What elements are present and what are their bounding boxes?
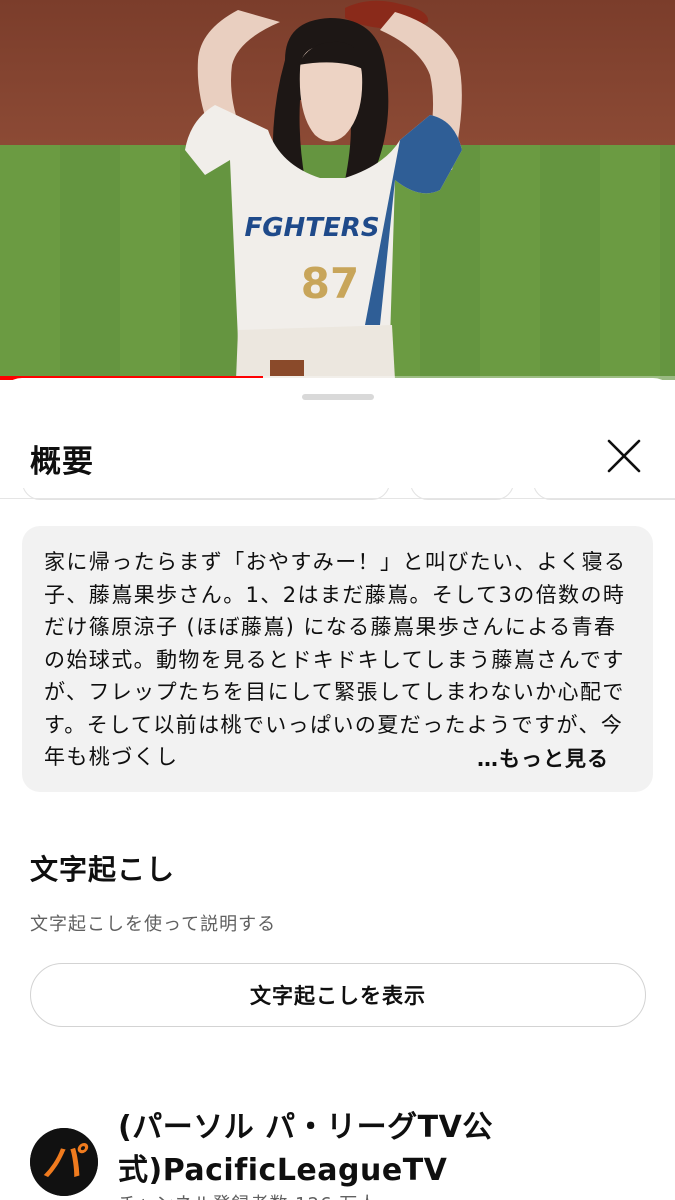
video-player[interactable]: FGHTERS 87 xyxy=(0,0,675,380)
drag-handle[interactable] xyxy=(302,394,374,400)
sheet-header: 概要 xyxy=(0,418,675,498)
channel-name[interactable]: (パーソル パ・リーグTV公式)PacificLeagueTV xyxy=(118,1106,518,1192)
pitcher-figure: FGHTERS 87 xyxy=(185,0,462,380)
more-fade: …もっと見る xyxy=(437,741,609,775)
transcript-subtitle: 文字起こしを使って説明する xyxy=(30,914,277,935)
description-sheet: 概要 家に帰ったらまず「おやすみー！」と叫びたい、よく寝る子、藤嶌果歩さん。1、… xyxy=(0,378,675,1200)
channel-row[interactable]: パ (パーソル パ・リーグTV公式)PacificLeagueTV チャンネル登… xyxy=(0,1098,675,1200)
show-more-link[interactable]: …もっと見る xyxy=(477,743,609,773)
show-transcript-button[interactable]: 文字起こしを表示 xyxy=(30,963,646,1027)
close-icon xyxy=(607,439,641,473)
close-button[interactable] xyxy=(600,432,648,480)
jersey-number: 87 xyxy=(301,259,359,308)
channel-subscribers: チャンネル登録者数 126 万人 xyxy=(118,1190,377,1200)
sheet-title: 概要 xyxy=(30,444,94,480)
channel-avatar[interactable]: パ xyxy=(30,1128,98,1196)
jersey-lettering: FGHTERS xyxy=(244,213,379,243)
header-divider xyxy=(0,498,675,499)
stats-chips-peek xyxy=(0,488,675,504)
description-text: 家に帰ったらまず「おやすみー！」と叫びたい、よく寝る子、藤嶌果歩さん。1、2はま… xyxy=(44,550,627,769)
transcript-title: 文字起こし xyxy=(30,853,176,886)
channel-avatar-glyph: パ xyxy=(42,1140,89,1186)
description-box[interactable]: 家に帰ったらまず「おやすみー！」と叫びたい、よく寝る子、藤嶌果歩さん。1、2はま… xyxy=(22,526,653,792)
pacific-league-logo-icon: パ xyxy=(30,1128,98,1196)
